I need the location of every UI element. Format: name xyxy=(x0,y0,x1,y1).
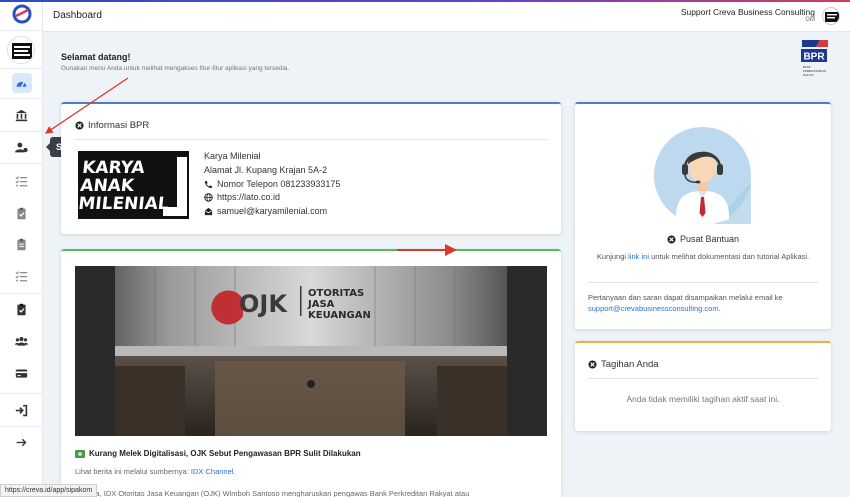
help-docs-link[interactable]: link ini xyxy=(628,252,649,261)
sidebar-item-users[interactable] xyxy=(0,326,43,356)
sidebar-item-clipboard-2[interactable] xyxy=(0,294,43,324)
sidebar-item-billing[interactable] xyxy=(0,358,43,388)
help-contact: Pertanyaan dan saran dapat disampaikan m… xyxy=(588,293,783,313)
user-gear-icon xyxy=(15,142,28,152)
sidebar-expand[interactable] xyxy=(0,427,43,457)
svg-text:KEUANGAN: KEUANGAN xyxy=(308,310,371,321)
sidebar-item-list-1[interactable] xyxy=(0,166,43,196)
bpr-name: Karya Milenial xyxy=(204,151,261,161)
news-card: OJK OTORITAS JASA KEUANGAN Kurang Melek … xyxy=(61,249,561,497)
help-card: Pusat Bantuan Kunjungi link ini untuk me… xyxy=(575,102,831,329)
users-icon xyxy=(15,336,28,346)
bpr-logo: BPR BANK PEREKONOMIAN RAKYAT xyxy=(798,38,830,82)
user-name[interactable]: Support Creva Business Consulting xyxy=(681,7,815,17)
sidebar-item-bank[interactable] xyxy=(0,100,43,130)
sidebar-item-login[interactable] xyxy=(0,395,43,425)
news-image-logo: OJK xyxy=(239,290,288,318)
svg-text:KARYA: KARYA xyxy=(81,158,146,178)
clipboard-list-icon xyxy=(17,238,26,250)
globe-icon xyxy=(204,192,213,202)
circle-x-icon xyxy=(75,121,84,130)
bank-icon xyxy=(15,109,28,121)
news-title[interactable]: Kurang Melek Digitalisasi, OJK Sebut Pen… xyxy=(89,449,361,458)
welcome-subtitle: Gunakan menu Anda untuk melihat mengakse… xyxy=(61,65,290,72)
sidebar-item-dashboard[interactable] xyxy=(0,68,43,98)
support-email-link[interactable]: support@crevabusinessconsulting.com xyxy=(588,304,719,313)
news-snippet: Jakarta, IDX Otoritas Jasa Keuangan (OJK… xyxy=(75,489,470,497)
svg-text:RAKYAT: RAKYAT xyxy=(803,73,814,77)
bpr-address: Alamat Jl. Kupang Krajan 5A-2 xyxy=(204,165,328,175)
gauge-icon xyxy=(16,81,27,87)
page-title: Dashboard xyxy=(53,10,102,21)
app-logo[interactable] xyxy=(12,4,32,24)
clipboard-check-icon xyxy=(17,303,26,315)
news-source-link[interactable]: IDX Channel xyxy=(191,467,234,476)
circle-x-icon xyxy=(667,234,676,244)
circle-x-icon xyxy=(588,360,597,369)
user-role: GM xyxy=(805,17,815,23)
clipboard-check-icon xyxy=(17,207,26,219)
envelope-icon xyxy=(204,207,213,215)
info-card: Informasi BPR KARYA ANAK MILENIAL Karya … xyxy=(61,102,561,234)
help-card-title: Pusat Bantuan xyxy=(679,234,740,244)
svg-text:ANAK: ANAK xyxy=(79,176,136,196)
bpr-logo-text: BPR xyxy=(803,52,825,63)
list-check-icon xyxy=(15,270,28,281)
svg-text:MILENIAL: MILENIAL xyxy=(78,194,170,214)
karya-logo: KARYA ANAK MILENIAL xyxy=(77,151,189,219)
bpr-email[interactable]: samuel@karyamilenial.com xyxy=(217,206,327,216)
top-accent-bar xyxy=(0,0,850,2)
news-source: Lihat berita ini melalui sumbernya: IDX … xyxy=(75,467,236,476)
support-agent-illustration xyxy=(654,127,751,224)
sidebar-item-clipboard-1[interactable] xyxy=(0,198,43,228)
svg-text:OTORITAS: OTORITAS xyxy=(308,288,364,299)
help-description: Kunjungi link ini untuk melihat dokument… xyxy=(596,252,810,261)
status-bar-url: https://creva.id/app/sipakom xyxy=(0,484,98,497)
user-avatar[interactable] xyxy=(822,7,840,25)
arrow-right-icon xyxy=(16,438,27,446)
credit-card-icon xyxy=(15,368,28,378)
list-check-icon xyxy=(15,175,28,186)
phone-icon xyxy=(204,180,213,188)
bill-card-title: Tagihan Anda xyxy=(601,359,659,370)
info-card-title: Informasi BPR xyxy=(88,120,150,131)
bpr-phone: Nomor Telepon 081233933175 xyxy=(217,179,341,189)
sidebar-item-clipboard-list[interactable] xyxy=(0,229,43,259)
svg-text:JASA: JASA xyxy=(307,299,335,310)
bpr-website[interactable]: https://lato.co.id xyxy=(217,192,280,202)
news-image[interactable]: OJK OTORITAS JASA KEUANGAN xyxy=(75,266,547,436)
sidebar xyxy=(0,0,43,497)
sidebar-item-list-2[interactable] xyxy=(0,261,43,291)
top-bar: Dashboard Support Creva Business Consult… xyxy=(43,0,850,32)
sign-in-icon xyxy=(15,404,28,416)
welcome-title: Selamat datang! xyxy=(61,52,131,62)
sidebar-avatar[interactable] xyxy=(7,36,35,64)
money-icon xyxy=(75,449,85,458)
bill-empty-message: Anda tidak memiliki tagihan aktif saat i… xyxy=(626,394,780,404)
bill-card: Tagihan Anda Anda tidak memiliki tagihan… xyxy=(575,341,831,431)
sidebar-item-sipakom[interactable] xyxy=(0,132,43,162)
